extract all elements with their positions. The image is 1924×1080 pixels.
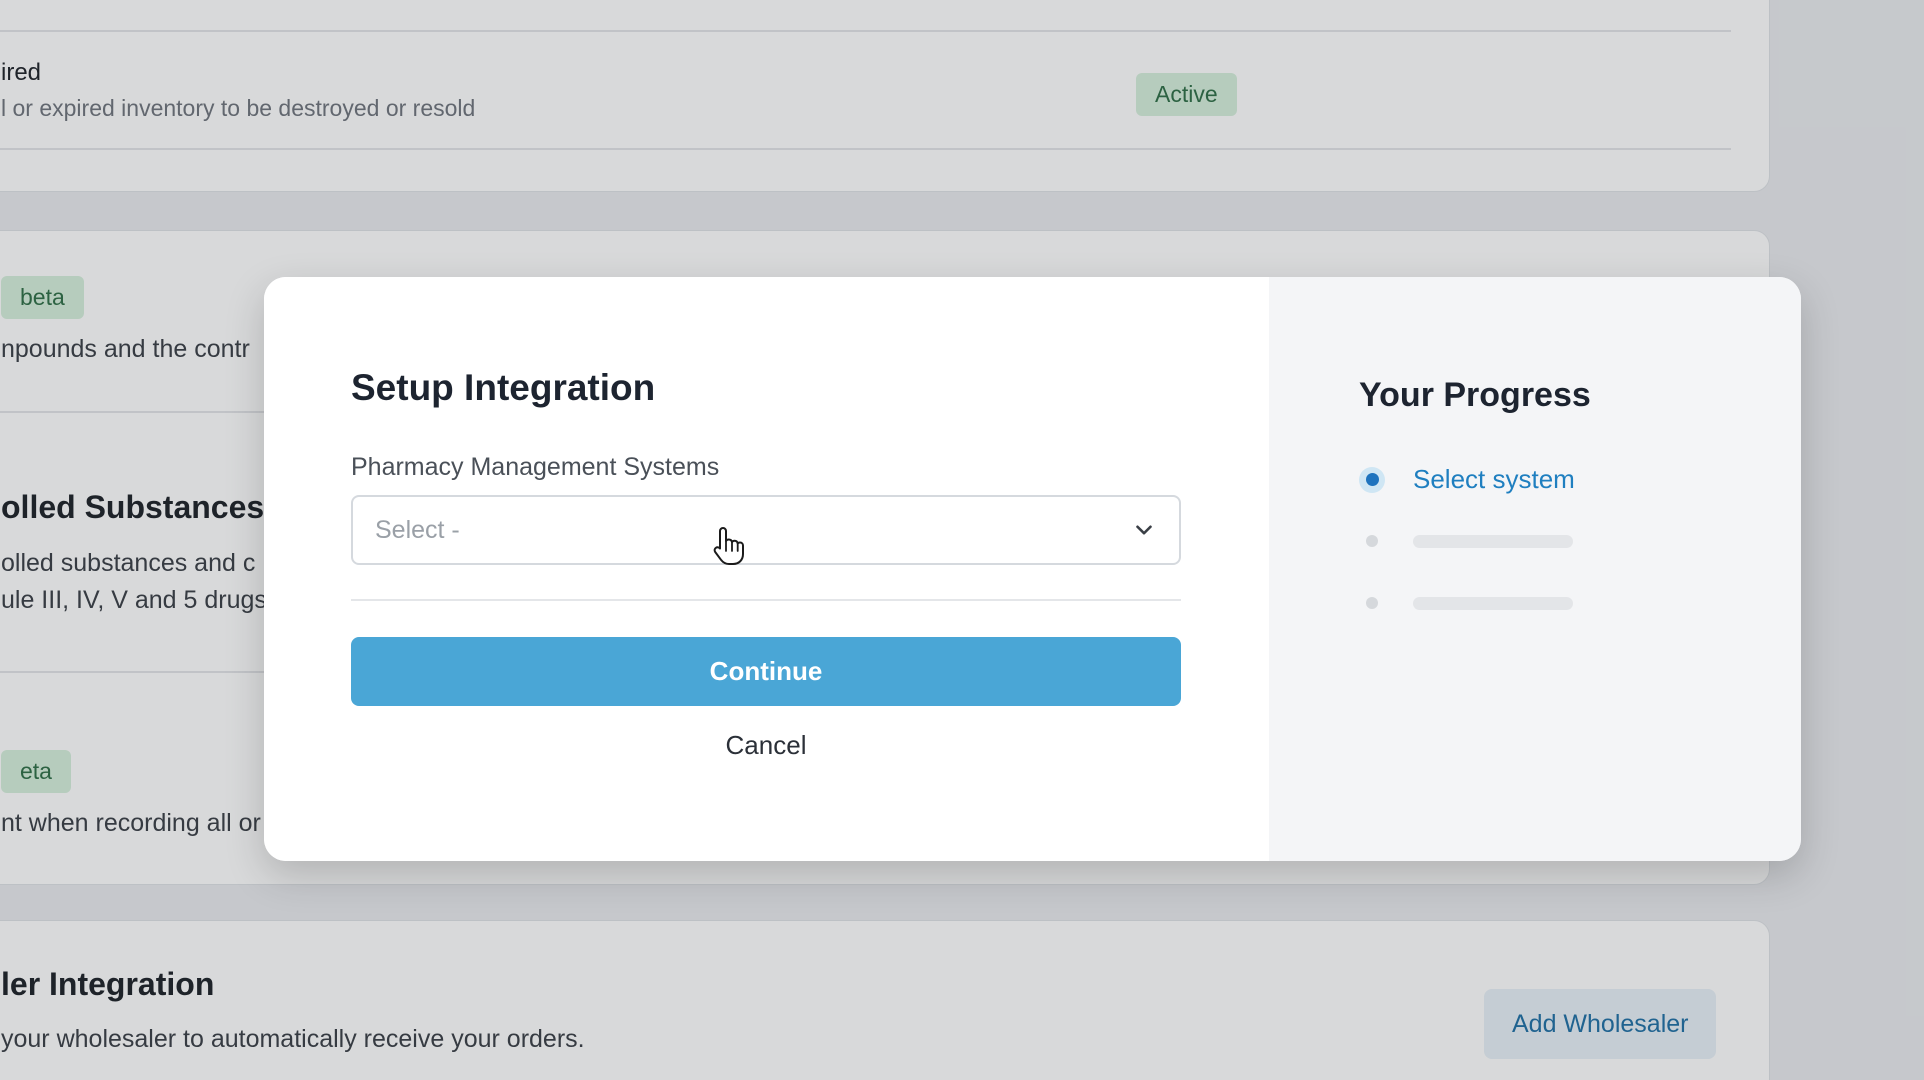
- form-divider: [351, 599, 1181, 601]
- pharmacy-system-label: Pharmacy Management Systems: [351, 453, 720, 481]
- pending-step-dot-icon: [1359, 528, 1385, 554]
- progress-title: Your Progress: [1359, 376, 1591, 414]
- progress-panel: Your Progress Select system: [1269, 277, 1801, 861]
- cancel-button[interactable]: Cancel: [351, 720, 1181, 770]
- progress-step-select-system: Select system: [1359, 464, 1575, 495]
- active-step-dot-icon: [1359, 466, 1385, 493]
- pharmacy-system-select[interactable]: Select -: [351, 495, 1181, 565]
- setup-integration-modal: Setup Integration Pharmacy Management Sy…: [264, 277, 1801, 861]
- chevron-down-icon: [1136, 525, 1152, 535]
- modal-title: Setup Integration: [351, 367, 656, 408]
- progress-step-pending: [1359, 590, 1573, 616]
- hand-pointer-icon: [713, 527, 744, 565]
- pending-step-dot-icon: [1359, 590, 1385, 616]
- step-placeholder-bar: [1413, 534, 1573, 548]
- progress-step-pending: [1359, 528, 1573, 554]
- step-placeholder-bar: [1413, 596, 1573, 610]
- modal-form-panel: Setup Integration Pharmacy Management Sy…: [264, 277, 1269, 861]
- step-label: Select system: [1413, 464, 1575, 494]
- select-placeholder: Select -: [375, 515, 460, 544]
- continue-button[interactable]: Continue: [351, 637, 1181, 706]
